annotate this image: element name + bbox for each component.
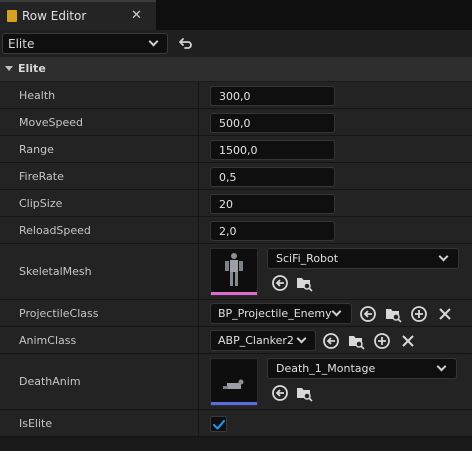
is-elite-checkbox[interactable] [210,416,227,432]
skeletal-mesh-value: SciFi_Robot [276,252,339,265]
tab-row-editor[interactable]: Row Editor ✕ [0,0,156,30]
clear-x-icon[interactable] [436,305,454,323]
add-plus-icon[interactable] [373,332,391,350]
property-label: Health [19,89,56,102]
fire-rate-input[interactable]: 0,5 [210,167,335,187]
projectile-class-picker[interactable]: BP_Projectile_Enemy [210,303,352,324]
property-label: ProjectileClass [19,307,99,320]
reload-speed-value: 2,0 [219,225,237,238]
property-row-move-speed: MoveSpeed 500,0 [0,109,472,136]
column-splitter[interactable] [198,217,199,243]
browse-asset-icon[interactable] [295,384,313,402]
property-label: ReloadSpeed [19,224,91,237]
anim-montage-icon [223,379,244,389]
property-label: IsElite [19,417,53,430]
column-splitter[interactable] [198,136,199,162]
death-anim-picker[interactable]: Death_1_Montage [267,358,457,379]
column-splitter[interactable] [198,244,199,299]
use-selected-asset-icon[interactable] [322,332,340,350]
health-value: 300,0 [219,90,251,103]
projectile-class-value: BP_Projectile_Enemy [218,307,332,320]
property-row-is-elite: IsElite [0,410,472,437]
property-row-health: Health 300,0 [0,82,472,109]
row-name-value: Elite [8,37,35,51]
column-splitter[interactable] [198,327,199,353]
add-plus-icon[interactable] [410,305,428,323]
property-label: Range [19,143,54,156]
close-icon[interactable]: ✕ [131,8,142,23]
column-splitter[interactable] [198,300,199,326]
row-editor-icon [7,10,17,22]
category-label: Elite [18,62,46,75]
chevron-down-icon [331,306,342,317]
undo-arrow-icon[interactable] [178,35,194,51]
use-selected-asset-icon[interactable] [359,305,377,323]
property-row-clip-size: ClipSize 20 [0,190,472,217]
tab-title: Row Editor [22,9,87,23]
chevron-down-icon [436,361,447,372]
property-label: AnimClass [19,334,77,347]
expand-arrow-icon[interactable] [5,66,13,71]
range-value: 1500,0 [219,144,258,157]
column-splitter[interactable] [198,109,199,135]
death-anim-thumbnail[interactable] [210,358,258,406]
chevron-down-icon [438,251,449,262]
column-splitter[interactable] [198,163,199,189]
anim-class-picker[interactable]: ABP_Clanker2 [210,330,316,351]
reload-speed-input[interactable]: 2,0 [210,221,335,241]
asset-type-color-bar [211,292,257,295]
property-row-skeletal-mesh: SkeletalMesh SciFi_Robot [0,244,472,300]
clip-size-value: 20 [219,198,233,211]
move-speed-input[interactable]: 500,0 [210,113,335,133]
skeletal-mesh-picker[interactable]: SciFi_Robot [267,248,459,269]
anim-class-value: ABP_Clanker2 [218,334,294,347]
property-row-fire-rate: FireRate 0,5 [0,163,472,190]
browse-asset-icon[interactable] [347,332,365,350]
property-row-anim-class: AnimClass ABP_Clanker2 [0,327,472,354]
death-anim-value: Death_1_Montage [276,362,376,375]
skeletal-mesh-thumbnail[interactable] [210,248,258,296]
browse-asset-icon[interactable] [384,305,402,323]
toolbar: Elite [0,30,472,57]
checkmark-icon [212,419,226,430]
column-splitter[interactable] [198,190,199,216]
range-input[interactable]: 1500,0 [210,140,335,160]
browse-asset-icon[interactable] [295,274,313,292]
property-label: SkeletalMesh [19,265,92,278]
property-row-range: Range 1500,0 [0,136,472,163]
property-row-reload-speed: ReloadSpeed 2,0 [0,217,472,244]
property-label: FireRate [19,170,64,183]
chevron-down-icon [296,333,307,344]
fire-rate-value: 0,5 [219,171,237,184]
robot-mesh-icon [225,253,243,286]
property-row-death-anim: DeathAnim Death_1_Montage [0,354,472,410]
column-splitter[interactable] [198,410,199,436]
health-input[interactable]: 300,0 [210,86,335,106]
clip-size-input[interactable]: 20 [210,194,335,214]
row-name-dropdown[interactable]: Elite [2,33,168,54]
property-row-projectile-class: ProjectileClass BP_Projectile_Enemy [0,300,472,327]
use-selected-asset-icon[interactable] [271,274,289,292]
column-splitter[interactable] [198,82,199,108]
property-label: DeathAnim [19,375,81,388]
move-speed-value: 500,0 [219,117,251,130]
clear-x-icon[interactable] [399,332,417,350]
property-label: MoveSpeed [19,116,83,129]
property-label: ClipSize [19,197,63,210]
asset-type-color-bar [211,402,257,405]
use-selected-asset-icon[interactable] [271,384,289,402]
category-header[interactable]: Elite [0,57,472,81]
column-splitter[interactable] [198,354,199,409]
chevron-down-icon [148,36,159,47]
tab-bar: Row Editor ✕ [0,0,472,30]
